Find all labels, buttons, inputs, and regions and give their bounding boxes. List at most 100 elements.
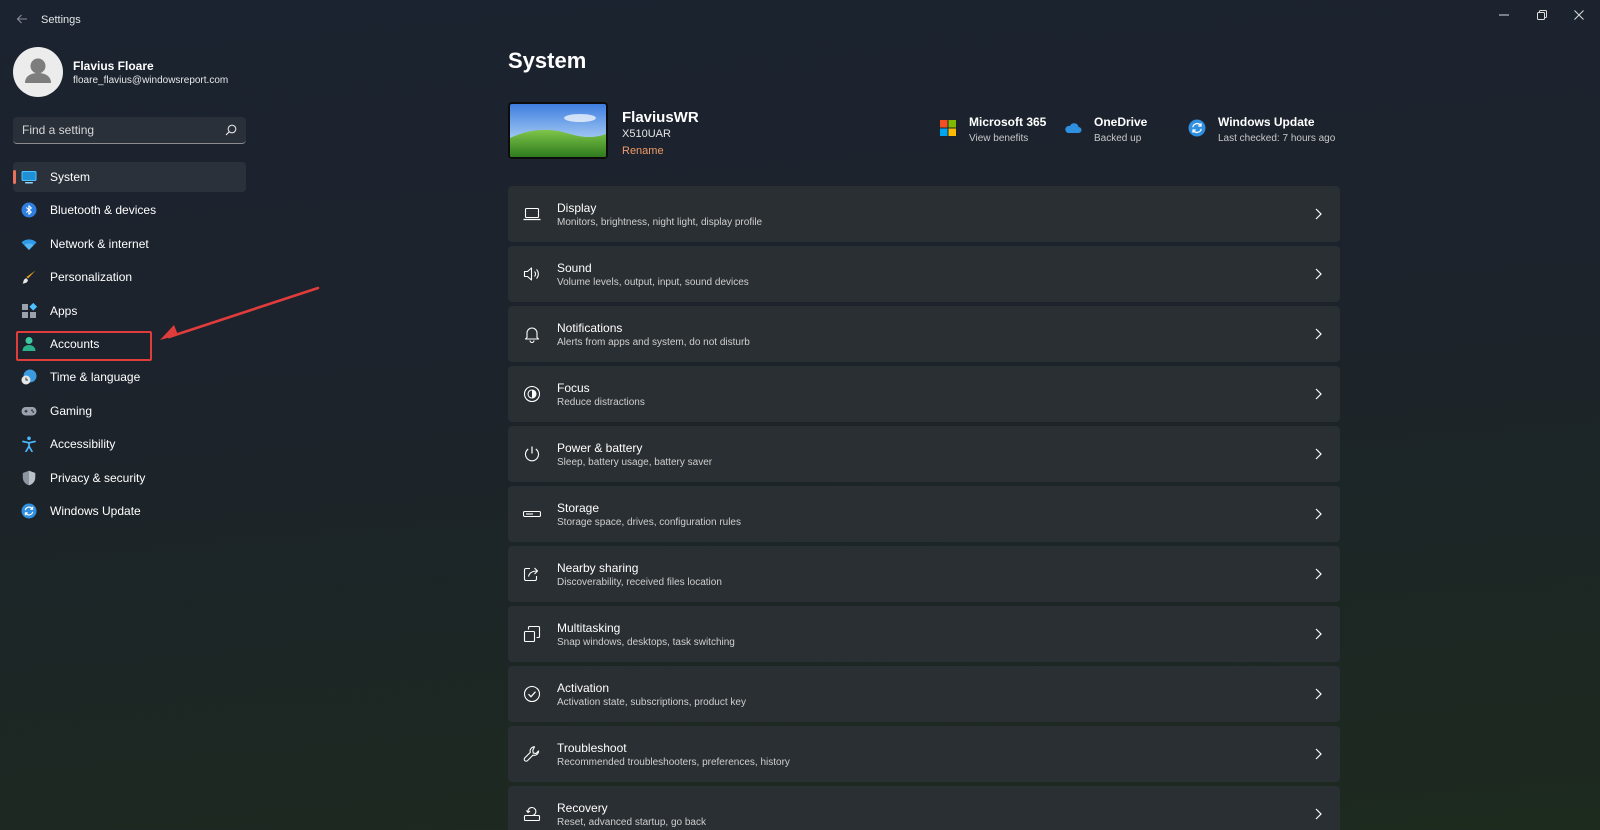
sidebar-item-time-language[interactable]: Time & language bbox=[13, 362, 246, 392]
activation-card[interactable]: Activation Activation state, subscriptio… bbox=[508, 666, 1340, 722]
card-title: Notifications bbox=[557, 321, 623, 335]
recovery-icon bbox=[523, 807, 541, 822]
restore-icon bbox=[1537, 10, 1547, 20]
card-subtitle: Sleep, battery usage, battery saver bbox=[557, 457, 713, 468]
microsoft-365-tile[interactable]: Microsoft 365 View benefits bbox=[939, 113, 1059, 147]
card-subtitle: Snap windows, desktops, task switching bbox=[557, 637, 735, 648]
tile-subtitle: View benefits bbox=[969, 133, 1029, 144]
title-bar: Settings bbox=[0, 0, 1600, 40]
search-box[interactable] bbox=[13, 117, 246, 144]
chevron-right-icon bbox=[1315, 628, 1322, 640]
card-subtitle: Storage space, drives, configuration rul… bbox=[557, 517, 741, 528]
apps-grid-icon bbox=[22, 302, 37, 318]
check-circle-icon bbox=[523, 685, 541, 703]
windows-update-tile[interactable]: Windows Update Last checked: 7 hours ago bbox=[1188, 113, 1348, 147]
card-subtitle: Activation state, subscriptions, product… bbox=[557, 697, 746, 708]
bluetooth-icon bbox=[21, 202, 37, 218]
card-title: Multitasking bbox=[557, 621, 621, 635]
wrench-icon bbox=[523, 746, 540, 762]
card-subtitle: Reset, advanced startup, go back bbox=[557, 817, 706, 828]
card-title: Troubleshoot bbox=[557, 741, 627, 755]
sidebar-item-accessibility[interactable]: Accessibility bbox=[13, 429, 246, 459]
sidebar-item-windows-update[interactable]: Windows Update bbox=[13, 496, 246, 526]
wallpaper-image-icon bbox=[510, 104, 606, 157]
accessibility-icon bbox=[22, 436, 36, 453]
chevron-right-icon bbox=[1315, 748, 1322, 760]
sidebar-item-label: Windows Update bbox=[50, 503, 141, 518]
sidebar-item-system[interactable]: System bbox=[13, 162, 246, 192]
storage-drive-icon bbox=[523, 510, 541, 518]
bell-icon bbox=[524, 327, 540, 343]
sidebar-item-label: Network & internet bbox=[50, 236, 149, 251]
back-button[interactable] bbox=[12, 10, 32, 30]
chevron-right-icon bbox=[1315, 208, 1322, 220]
minimize-icon bbox=[1499, 14, 1509, 16]
chevron-right-icon bbox=[1315, 388, 1322, 400]
tile-title: Windows Update bbox=[1218, 115, 1315, 129]
card-title: Activation bbox=[557, 681, 610, 695]
gamepad-icon bbox=[21, 406, 37, 416]
chevron-right-icon bbox=[1315, 808, 1322, 820]
recovery-card[interactable]: Recovery Reset, advanced startup, go bac… bbox=[508, 786, 1340, 830]
sound-card[interactable]: Sound Volume levels, output, input, soun… bbox=[508, 246, 1340, 302]
sidebar-item-label: Time & language bbox=[50, 370, 141, 385]
multitasking-icon bbox=[523, 625, 541, 643]
card-subtitle: Volume levels, output, input, sound devi… bbox=[557, 277, 749, 288]
tile-subtitle: Backed up bbox=[1094, 133, 1142, 144]
person-silhouette-icon bbox=[25, 58, 51, 83]
chevron-right-icon bbox=[1315, 448, 1322, 460]
settings-list: Display Monitors, brightness, night ligh… bbox=[508, 186, 1340, 830]
sidebar-item-label: Privacy & security bbox=[50, 470, 146, 485]
sidebar-item-label: Accessibility bbox=[50, 437, 116, 452]
tile-title: OneDrive bbox=[1094, 115, 1148, 129]
restore-button[interactable] bbox=[1524, 4, 1560, 26]
laptop-icon bbox=[523, 207, 541, 221]
cloud-icon bbox=[1065, 123, 1082, 133]
notifications-card[interactable]: Notifications Alerts from apps and syste… bbox=[508, 306, 1340, 362]
card-title: Nearby sharing bbox=[557, 561, 639, 575]
card-subtitle: Alerts from apps and system, do not dist… bbox=[557, 337, 750, 348]
focus-icon bbox=[523, 385, 541, 403]
card-title: Power & battery bbox=[557, 441, 643, 455]
card-subtitle: Discoverability, received files location bbox=[557, 577, 722, 588]
user-email: floare_flavius@windowsreport.com bbox=[73, 75, 229, 86]
search-input[interactable] bbox=[13, 117, 213, 143]
sidebar-item-label: Personalization bbox=[50, 270, 133, 285]
sync-icon bbox=[21, 503, 37, 519]
sidebar-item-label: System bbox=[50, 170, 91, 184]
user-name: Flavius Floare bbox=[73, 59, 154, 73]
sidebar-item-bluetooth[interactable]: Bluetooth & devices bbox=[13, 195, 246, 225]
multitasking-card[interactable]: Multitasking Snap windows, desktops, tas… bbox=[508, 606, 1340, 662]
close-button[interactable] bbox=[1561, 4, 1597, 26]
chevron-right-icon bbox=[1315, 508, 1322, 520]
globe-clock-icon bbox=[21, 369, 37, 385]
chevron-right-icon bbox=[1315, 328, 1322, 340]
tile-subtitle: Last checked: 7 hours ago bbox=[1218, 133, 1336, 144]
troubleshoot-card[interactable]: Troubleshoot Recommended troubleshooters… bbox=[508, 726, 1340, 782]
search-icon[interactable] bbox=[225, 124, 237, 136]
app-title: Settings bbox=[41, 14, 81, 26]
sync-icon bbox=[1188, 119, 1206, 137]
sidebar-item-label: Apps bbox=[50, 303, 78, 318]
sidebar-item-privacy-security[interactable]: Privacy & security bbox=[13, 463, 246, 493]
card-title: Focus bbox=[557, 381, 590, 395]
sidebar-item-network[interactable]: Network & internet bbox=[13, 229, 246, 259]
power-battery-card[interactable]: Power & battery Sleep, battery usage, ba… bbox=[508, 426, 1340, 482]
page-title: System bbox=[508, 48, 587, 73]
focus-card[interactable]: Focus Reduce distractions bbox=[508, 366, 1340, 422]
sidebar-item-gaming[interactable]: Gaming bbox=[13, 396, 246, 426]
annotation-arrow-icon bbox=[160, 286, 320, 340]
device-model: X510UAR bbox=[622, 128, 671, 140]
nearby-sharing-card[interactable]: Nearby sharing Discoverability, received… bbox=[508, 546, 1340, 602]
onedrive-tile[interactable]: OneDrive Backed up bbox=[1064, 113, 1174, 147]
accounts-highlight-annotation bbox=[16, 331, 152, 361]
power-icon bbox=[524, 446, 540, 462]
rename-link[interactable]: Rename bbox=[622, 145, 664, 157]
card-title: Display bbox=[557, 201, 597, 215]
tile-title: Microsoft 365 bbox=[969, 115, 1047, 129]
minimize-button[interactable] bbox=[1486, 4, 1522, 26]
display-card[interactable]: Display Monitors, brightness, night ligh… bbox=[508, 186, 1340, 242]
back-arrow-icon bbox=[16, 14, 27, 24]
storage-card[interactable]: Storage Storage space, drives, configura… bbox=[508, 486, 1340, 542]
chevron-right-icon bbox=[1315, 268, 1322, 280]
